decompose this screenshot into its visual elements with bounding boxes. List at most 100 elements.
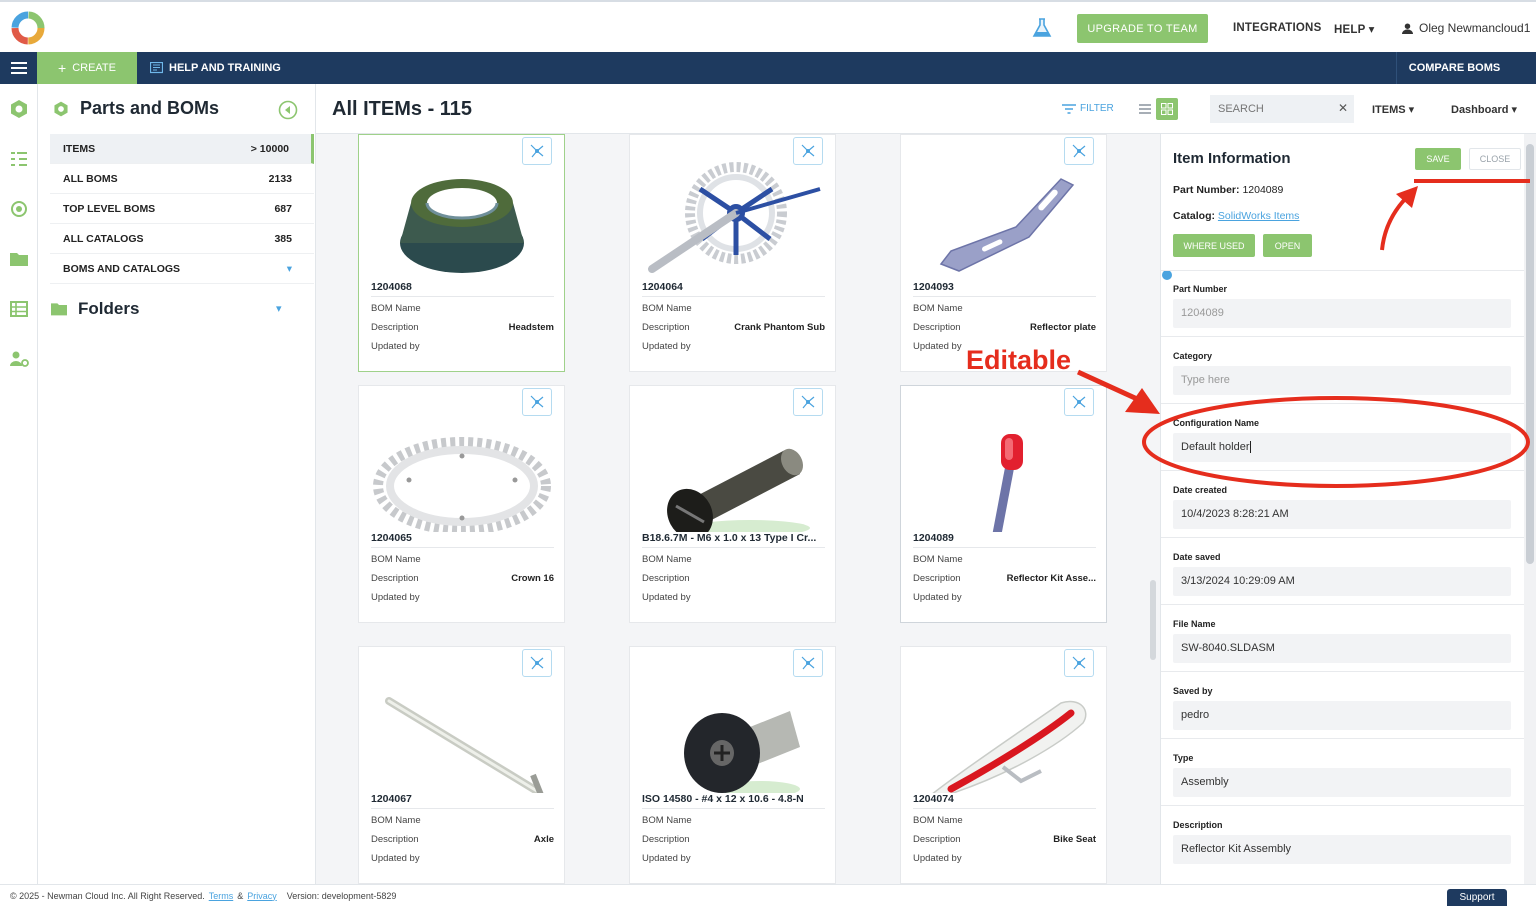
item-card[interactable]: 1204089 BOM Name Description Reflector Ki…	[900, 385, 1107, 623]
grid-view-toggle[interactable]	[1156, 98, 1178, 120]
item-card[interactable]: 1204064 BOM Name Description Crank Phanto…	[629, 134, 836, 372]
part-number-field[interactable]: 1204089	[1173, 299, 1511, 328]
updated-by-row: Updated by	[913, 853, 1096, 864]
grid-scrollbar[interactable]	[1150, 580, 1156, 660]
date-saved-field[interactable]: 3/13/2024 10:29:09 AM	[1173, 567, 1511, 596]
sidebar-item-label: ITEMS	[63, 142, 96, 155]
item-number: 1204074	[913, 793, 1096, 809]
field-label-description: Description	[1173, 820, 1223, 830]
support-button[interactable]: Support	[1447, 889, 1507, 906]
sidebar-item-top-level-boms[interactable]: TOP LEVEL BOMS 687	[50, 194, 314, 224]
dashboard-dropdown[interactable]: Dashboard ▾	[1451, 103, 1517, 116]
bom-name-row: BOM Name	[913, 554, 1096, 565]
item-card[interactable]: ISO 14580 - #4 x 12 x 10.6 - 4.8-N BOM N…	[629, 646, 836, 884]
app-logo-icon[interactable]	[10, 10, 46, 46]
collapse-sidebar-icon[interactable]	[278, 100, 298, 120]
bom-name-row: BOM Name	[913, 303, 1096, 314]
terms-link[interactable]: Terms	[209, 891, 234, 901]
save-button[interactable]: SAVE	[1415, 148, 1461, 170]
description-value: Crown 16	[511, 573, 554, 584]
menu-hamburger-icon[interactable]	[0, 52, 37, 84]
bolt-part-icon	[684, 711, 800, 793]
item-card[interactable]: B18.6.7M - M6 x 1.0 x 13 Type I Cr... BO…	[629, 385, 836, 623]
type-field[interactable]: Assembly	[1173, 768, 1511, 797]
user-name: Oleg Newmancloud1	[1419, 21, 1531, 35]
bom-name-row: BOM Name	[642, 554, 825, 565]
list-view-toggle[interactable]	[1134, 98, 1156, 120]
settings-gear-icon[interactable]	[8, 198, 30, 220]
bom-name-label: BOM Name	[371, 303, 421, 314]
create-button[interactable]: + CREATE	[37, 52, 137, 84]
description-label: Description	[371, 573, 419, 584]
help-dropdown[interactable]: HELP ▾	[1334, 22, 1375, 36]
open-button[interactable]: OPEN	[1263, 234, 1312, 257]
item-card[interactable]: 1204067 BOM Name Description Axle Updated…	[358, 646, 565, 884]
bom-name-row: BOM Name	[642, 303, 825, 314]
catalog-link[interactable]: SolidWorks Items	[1218, 210, 1300, 222]
list-view-icon	[1139, 104, 1151, 114]
file-name-field[interactable]: SW-8040.SLDASM	[1173, 634, 1511, 663]
panel-scrollbar-thumb[interactable]	[1526, 144, 1534, 564]
category-field[interactable]: Type here	[1173, 366, 1511, 395]
item-card[interactable]: 1204065 BOM Name Description Crown 16 Upd…	[358, 385, 565, 623]
folders-label: Folders	[78, 299, 140, 318]
description-label: Description	[913, 834, 961, 845]
help-and-training-link[interactable]: HELP AND TRAINING	[150, 52, 281, 84]
integrations-link[interactable]: INTEGRATIONS	[1233, 22, 1321, 34]
panel-scrollbar[interactable]	[1524, 134, 1536, 884]
main-header: All ITEMs - 115 FILTER ✕ ITEMS ▾ Dashboa…	[316, 84, 1536, 134]
parts-hexagon-icon[interactable]	[8, 98, 30, 120]
close-button[interactable]: CLOSE	[1469, 148, 1521, 170]
screw-part-icon	[667, 448, 810, 532]
plus-icon: +	[58, 60, 67, 76]
privacy-link[interactable]: Privacy	[247, 891, 277, 901]
sidebar-item-label: ALL BOMS	[63, 172, 118, 185]
labs-flask-icon[interactable]	[1031, 17, 1053, 39]
item-card[interactable]: 1204074 BOM Name Description Bike Seat Up…	[900, 646, 1107, 884]
sidebar-item-all-boms[interactable]: ALL BOMS 2133	[50, 164, 314, 194]
bom-name-row: BOM Name	[371, 303, 554, 314]
description-value: Reflector Kit Asse...	[1006, 573, 1096, 584]
folders-section[interactable]: Folders	[50, 296, 290, 322]
list-icon[interactable]	[8, 298, 30, 320]
bom-tree-icon[interactable]	[8, 148, 30, 170]
date-created-field[interactable]: 10/4/2023 8:28:21 AM	[1173, 500, 1511, 529]
page-title: All ITEMs - 115	[332, 98, 473, 120]
upgrade-to-team-button[interactable]: UPGRADE TO TEAM	[1077, 14, 1208, 43]
part-number-meta-value: 1204089	[1242, 184, 1284, 196]
users-settings-icon[interactable]	[8, 348, 30, 370]
bom-name-label: BOM Name	[913, 815, 963, 826]
axle-part-icon	[385, 697, 544, 793]
where-used-button[interactable]: WHERE USED	[1173, 234, 1255, 257]
item-card[interactable]: 1204068 BOM Name Description Headstem Upd…	[358, 134, 565, 372]
folder-icon[interactable]	[8, 248, 30, 270]
description-value: Axle	[533, 834, 554, 845]
saved-by-field[interactable]: pedro	[1173, 701, 1511, 730]
configuration-name-field[interactable]: Default holder	[1173, 433, 1511, 462]
top-bar: UPGRADE TO TEAM INTEGRATIONS HELP ▾ Oleg…	[0, 0, 1536, 52]
crown-gear-part-icon	[373, 437, 551, 532]
bom-name-row: BOM Name	[642, 815, 825, 826]
user-icon	[1402, 22, 1413, 34]
clear-search-icon[interactable]: ✕	[1338, 101, 1348, 115]
compare-boms-button[interactable]: COMPARE BOMS	[1396, 52, 1512, 84]
sidebar-item-all-catalogs[interactable]: ALL CATALOGS 385	[50, 224, 314, 254]
crank-part-icon	[648, 162, 821, 273]
sidebar-item-label: BOMS AND CATALOGS	[63, 262, 181, 275]
sidebar-item-items[interactable]: ITEMS > 10000	[50, 134, 314, 164]
updated-by-row: Updated by	[371, 341, 554, 352]
configuration-name-value: Default holder	[1181, 441, 1250, 453]
search-input[interactable]	[1210, 95, 1354, 123]
description-label: Description	[913, 573, 961, 584]
items-type-dropdown[interactable]: ITEMS ▾	[1372, 103, 1414, 116]
description-value: Bike Seat	[1053, 834, 1096, 845]
description-value: Reflector plate	[1030, 322, 1096, 333]
field-label-type: Type	[1173, 753, 1194, 763]
updated-by-row: Updated by	[913, 592, 1096, 603]
folders-chevron-down-icon[interactable]: ▾	[276, 302, 282, 315]
filter-button[interactable]: FILTER	[1062, 103, 1114, 114]
user-menu[interactable]: Oleg Newmancloud1	[1402, 21, 1530, 35]
item-card[interactable]: 1204093 BOM Name Description Reflector pl…	[900, 134, 1107, 372]
description-field[interactable]: Reflector Kit Assembly	[1173, 835, 1511, 864]
sidebar-item-boms-and-catalogs[interactable]: BOMS AND CATALOGS ▾	[50, 254, 314, 284]
